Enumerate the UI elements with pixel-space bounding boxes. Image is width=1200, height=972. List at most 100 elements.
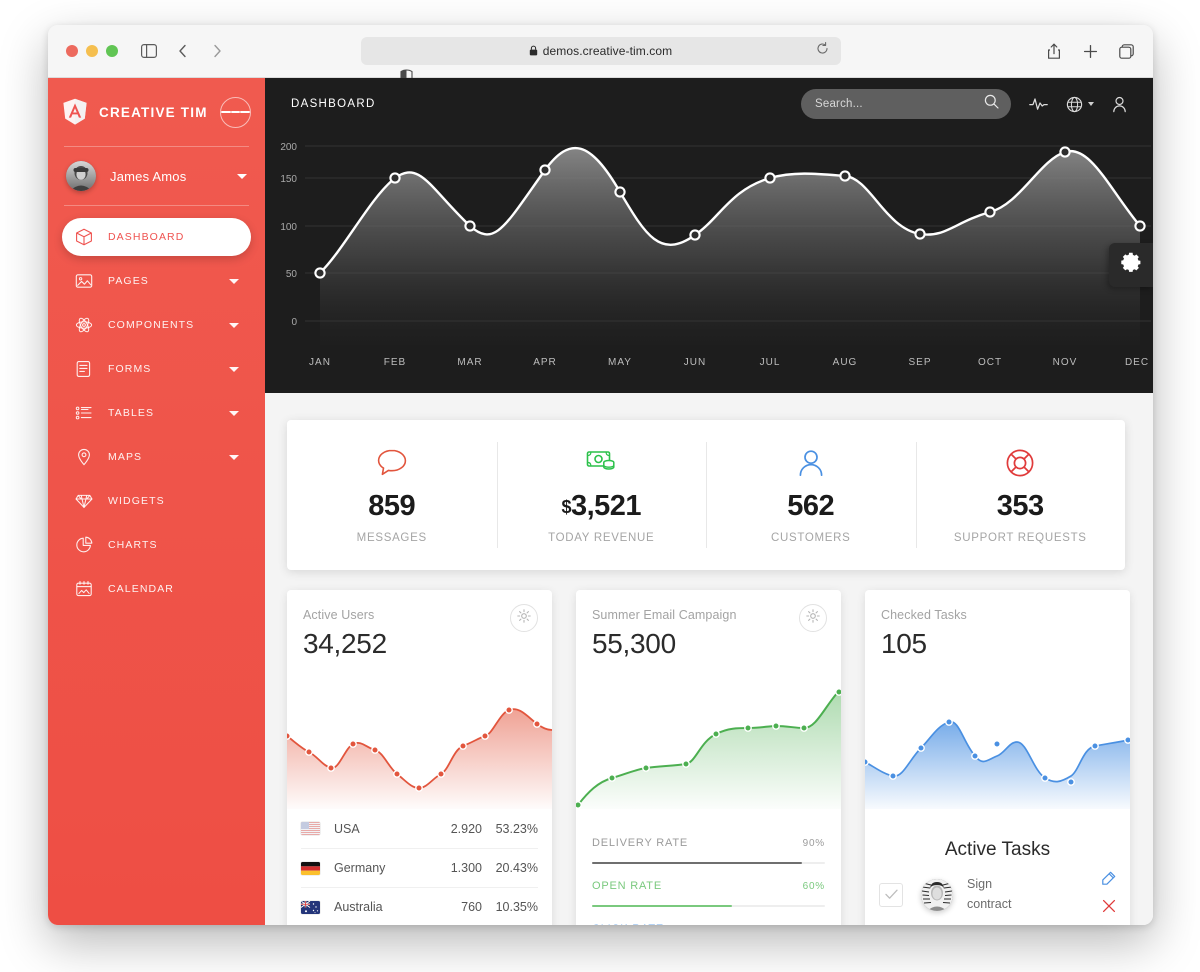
country-name: USA xyxy=(334,821,360,836)
task-avatar xyxy=(921,878,953,911)
chat-bubble-icon xyxy=(376,446,408,480)
country-name: Germany xyxy=(334,861,386,875)
card-settings-button[interactable] xyxy=(799,604,827,632)
close-window-button[interactable] xyxy=(66,45,78,57)
browser-nav-controls xyxy=(140,42,226,60)
person-icon[interactable] xyxy=(1112,96,1127,113)
stat-label: CUSTOMERS xyxy=(770,532,851,544)
chevron-down-icon[interactable] xyxy=(229,278,239,284)
card-email-campaign: Summer Email Campaign 55,300 DELIVERY RA… xyxy=(576,590,841,925)
rate-pct: 12% xyxy=(803,924,825,926)
dark-header-panel: DASHBOARD Search... 200 150 100 50 0 JAN… xyxy=(265,78,1153,393)
sidebar-toggle-icon[interactable] xyxy=(140,42,158,60)
card-title: Active Users xyxy=(303,608,375,622)
sidebar-item-label: WIDGETS xyxy=(108,495,165,507)
checked-tasks-sparkline xyxy=(865,664,1130,809)
task-checkbox[interactable] xyxy=(879,882,903,907)
sidebar-item-charts[interactable]: CHARTS xyxy=(62,526,251,564)
sidebar-item-pages[interactable]: PAGES xyxy=(62,262,251,300)
app-viewport: CREATIVE TIM James Amos DASHBOARD PAGES … xyxy=(48,78,1153,925)
main-chart-svg: 200 150 100 50 0 JAN FEB MAR APR MAY JUN… xyxy=(280,142,1151,368)
table-row[interactable]: Germany 1.300 20.43% xyxy=(301,848,538,887)
svg-text:SEP: SEP xyxy=(908,357,931,368)
chevron-down-icon[interactable] xyxy=(1088,102,1094,106)
chevron-down-icon[interactable] xyxy=(229,322,239,328)
stat-value: 859 xyxy=(368,490,416,522)
sidebar-item-calendar[interactable]: CALENDAR xyxy=(62,570,251,608)
reload-icon[interactable] xyxy=(816,42,829,60)
rate-pct: 60% xyxy=(802,880,825,892)
card-settings-button[interactable] xyxy=(510,604,538,632)
back-icon[interactable] xyxy=(174,42,192,60)
edit-icon[interactable] xyxy=(1101,871,1116,891)
main-content: DASHBOARD Search... 200 150 100 50 0 JAN… xyxy=(265,78,1153,925)
sidebar-menu: DASHBOARD PAGES COMPONENTS FORMS TABLES … xyxy=(48,218,265,608)
share-icon[interactable] xyxy=(1045,42,1063,60)
form-icon xyxy=(74,359,94,379)
window-controls[interactable] xyxy=(66,45,118,57)
search-box[interactable] xyxy=(801,89,1011,119)
stat-value: $3,521 xyxy=(561,490,642,522)
sidebar-item-forms[interactable]: FORMS xyxy=(62,350,251,388)
country-pct: 10.35% xyxy=(495,900,538,914)
user-icon xyxy=(797,446,825,480)
settings-fab-button[interactable] xyxy=(1109,243,1153,287)
sidebar-item-widgets[interactable]: WIDGETS xyxy=(62,482,251,520)
show-tabs-icon[interactable] xyxy=(1117,42,1135,60)
flag-germany-icon xyxy=(301,861,320,875)
url-value: demos.creative-tim.com xyxy=(542,44,673,58)
user-menu[interactable]: James Amos xyxy=(48,155,265,197)
country-table: USA 2.920 53.23% Germany 1.300 20.43% Au… xyxy=(287,809,552,925)
sidebar-item-maps[interactable]: MAPS xyxy=(62,438,251,476)
pie-icon xyxy=(74,535,94,555)
stat-support-requests: 353 SUPPORT REQUESTS xyxy=(915,420,1126,570)
rate-progress-bar xyxy=(592,905,825,907)
sidebar-item-dashboard[interactable]: DASHBOARD xyxy=(62,218,251,256)
minimize-window-button[interactable] xyxy=(86,45,98,57)
card-header: Checked Tasks 105 xyxy=(865,590,1130,660)
stat-label: TODAY REVENUE xyxy=(548,532,655,544)
pin-icon xyxy=(74,447,94,467)
search-input[interactable] xyxy=(815,98,975,110)
rate-label: OPEN RATE xyxy=(592,880,662,892)
svg-text:JUN: JUN xyxy=(684,357,706,368)
address-bar[interactable]: demos.creative-tim.com xyxy=(360,37,841,65)
stat-messages: 859 MESSAGES xyxy=(287,420,497,570)
chevron-down-icon[interactable] xyxy=(229,366,239,372)
divider-top xyxy=(64,146,249,147)
list-icon xyxy=(74,403,94,423)
chevron-down-icon[interactable] xyxy=(237,173,247,179)
forward-icon[interactable] xyxy=(208,42,226,60)
svg-text:FEB: FEB xyxy=(384,357,406,368)
rate-row: CLICK RATE 12% xyxy=(592,923,825,925)
pulse-icon[interactable] xyxy=(1029,97,1048,111)
sidebar-item-label: CALENDAR xyxy=(108,583,174,595)
sidebar-collapse-button[interactable] xyxy=(220,96,251,128)
search-icon[interactable] xyxy=(984,94,999,114)
table-row[interactable]: USA 2.920 53.23% xyxy=(301,809,538,848)
maximize-window-button[interactable] xyxy=(106,45,118,57)
sidebar-item-label: FORMS xyxy=(108,363,152,375)
sidebar-item-label: PAGES xyxy=(108,275,149,287)
sidebar: CREATIVE TIM James Amos DASHBOARD PAGES … xyxy=(48,78,265,925)
cards-row: Active Users 34,252 USA 2.920 53.23% Ger… xyxy=(287,590,1131,925)
table-row[interactable]: Australia 760 10.35% xyxy=(301,887,538,925)
new-tab-icon[interactable] xyxy=(1081,42,1099,60)
close-icon[interactable] xyxy=(1102,899,1116,918)
svg-text:APR: APR xyxy=(533,357,557,368)
task-actions xyxy=(1101,871,1116,918)
sidebar-item-tables[interactable]: TABLES xyxy=(62,394,251,432)
card-title: Summer Email Campaign xyxy=(592,608,737,622)
stat-label: SUPPORT REQUESTS xyxy=(953,532,1087,544)
globe-icon[interactable] xyxy=(1066,96,1094,113)
chevron-down-icon[interactable] xyxy=(229,410,239,416)
country-pct: 53.23% xyxy=(495,821,538,836)
brand[interactable]: CREATIVE TIM xyxy=(48,86,265,138)
country-value: 2.920 xyxy=(450,821,482,836)
flag-usa-icon xyxy=(301,822,320,835)
y-axis-labels: 200 150 100 50 0 xyxy=(280,142,297,328)
svg-text:50: 50 xyxy=(286,269,298,280)
divider-bottom xyxy=(64,205,249,206)
sidebar-item-components[interactable]: COMPONENTS xyxy=(62,306,251,344)
chevron-down-icon[interactable] xyxy=(229,454,239,460)
